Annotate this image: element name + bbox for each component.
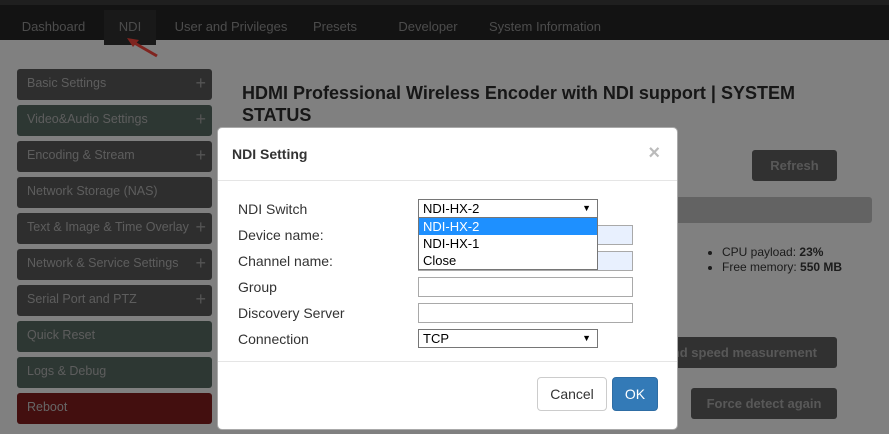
ndi-switch-value: NDI-HX-2 <box>423 201 480 216</box>
close-icon[interactable]: × <box>648 142 660 165</box>
dialog-footer: Cancel OK <box>218 361 677 429</box>
dialog-header: NDI Setting × <box>218 128 677 181</box>
ok-button[interactable]: OK <box>612 377 658 411</box>
group-input[interactable] <box>418 277 633 297</box>
connection-label: Connection <box>238 331 309 347</box>
dropdown-option-ndi-hx-1[interactable]: NDI-HX-1 <box>419 235 597 252</box>
ndi-setting-dialog: NDI Setting × NDI Switch NDI-HX-2 ▼ Devi… <box>217 127 678 430</box>
ndi-switch-label: NDI Switch <box>238 201 308 217</box>
dialog-title: NDI Setting <box>232 146 308 162</box>
discovery-server-label: Discovery Server <box>238 305 345 321</box>
discovery-server-input[interactable] <box>418 303 633 323</box>
dropdown-option-close[interactable]: Close <box>419 252 597 269</box>
channel-name-label: Channel name: <box>238 253 333 269</box>
chevron-down-icon: ▼ <box>582 333 591 343</box>
group-label: Group <box>238 279 277 295</box>
ndi-switch-dropdown: NDI-HX-2 NDI-HX-1 Close <box>418 217 598 270</box>
ndi-switch-select[interactable]: NDI-HX-2 ▼ <box>418 199 598 218</box>
connection-select[interactable]: TCP ▼ <box>418 329 598 348</box>
connection-value: TCP <box>423 331 449 346</box>
device-name-label: Device name: <box>238 227 324 243</box>
cancel-button[interactable]: Cancel <box>537 377 607 411</box>
chevron-down-icon: ▼ <box>582 203 591 213</box>
dropdown-option-ndi-hx-2[interactable]: NDI-HX-2 <box>419 218 597 235</box>
